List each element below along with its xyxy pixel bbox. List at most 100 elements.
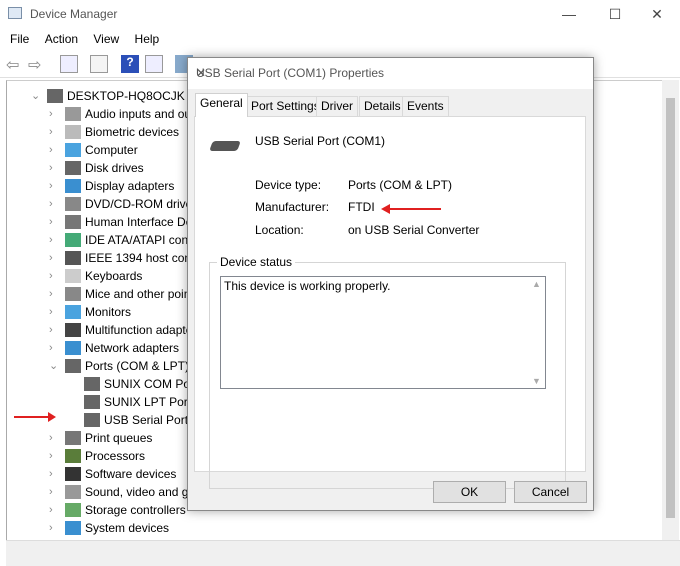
- chevron-right-icon[interactable]: ›: [49, 159, 59, 177]
- tree-item-label: Mice and other pointin: [85, 287, 204, 301]
- scrollbar-thumb[interactable]: [666, 98, 675, 518]
- hid-icon: [65, 215, 81, 229]
- forward-arrow-icon[interactable]: ⇨: [28, 55, 46, 74]
- monitor-icon: [65, 305, 81, 319]
- tab-port-settings[interactable]: Port Settings: [246, 96, 325, 116]
- tree-item-label: Processors: [85, 449, 146, 463]
- show-hide-tree-icon[interactable]: [60, 55, 78, 73]
- chevron-right-icon[interactable]: ›: [49, 429, 59, 447]
- chevron-right-icon[interactable]: ›: [49, 141, 59, 159]
- storage-controller-icon: [65, 503, 81, 517]
- tree-item-label: DESKTOP-HQ8OCJK: [67, 89, 185, 103]
- device-status-textbox[interactable]: This device is working properly. ▲ ▼: [220, 276, 546, 389]
- chevron-right-icon[interactable]: ›: [49, 303, 59, 321]
- tree-item-label: Storage controllers: [85, 503, 186, 517]
- computer-icon: [65, 143, 81, 157]
- tree-item-label: System devices: [85, 521, 170, 535]
- menu-help[interactable]: Help: [135, 28, 160, 50]
- chevron-right-icon[interactable]: ›: [49, 123, 59, 141]
- chevron-down-icon[interactable]: ⌄: [31, 87, 41, 105]
- chevron-right-icon[interactable]: ›: [49, 483, 59, 501]
- menu-file[interactable]: File: [10, 28, 29, 50]
- device-type-label: Device type:: [255, 178, 322, 192]
- mouse-icon: [65, 287, 81, 301]
- chevron-down-icon[interactable]: ⌄: [49, 357, 59, 375]
- status-scrollbar[interactable]: ▲ ▼: [528, 277, 545, 388]
- tree-item-label: Computer: [85, 143, 138, 157]
- device-name: USB Serial Port (COM1): [255, 134, 386, 148]
- tree-item-label: Disk drives: [85, 161, 144, 175]
- chevron-right-icon[interactable]: ›: [49, 519, 59, 537]
- chevron-right-icon[interactable]: ›: [49, 501, 59, 519]
- display-adapter-icon: [65, 179, 81, 193]
- chevron-right-icon[interactable]: ›: [49, 213, 59, 231]
- network-icon: [65, 341, 81, 355]
- software-device-icon: [65, 467, 81, 481]
- tree-item-label: Monitors: [85, 305, 132, 319]
- close-button[interactable]: ✕: [634, 0, 680, 28]
- menu-bar: File Action View Help: [0, 28, 680, 50]
- disk-drive-icon: [65, 161, 81, 175]
- status-bar: [6, 540, 680, 566]
- chevron-right-icon[interactable]: ›: [49, 321, 59, 339]
- annotation-arrowhead: [381, 204, 390, 214]
- keyboard-icon: [65, 269, 81, 283]
- computer-root-icon: [47, 89, 63, 103]
- menu-view[interactable]: View: [93, 28, 119, 50]
- chevron-right-icon[interactable]: ›: [49, 465, 59, 483]
- general-panel: USB Serial Port (COM1) Device type: Port…: [194, 116, 586, 489]
- properties-icon[interactable]: [90, 55, 108, 73]
- tree-item-label: Audio inputs and outp: [85, 107, 202, 121]
- tree-item-label: DVD/CD-ROM drives: [85, 197, 199, 211]
- properties-dialog: USB Serial Port (COM1) Properties ✕ Gene…: [187, 57, 594, 511]
- chevron-right-icon[interactable]: ›: [49, 195, 59, 213]
- location-value: on USB Serial Converter: [348, 223, 480, 237]
- speaker-icon: [65, 485, 81, 499]
- dialog-close-button[interactable]: ✕: [196, 66, 583, 80]
- chevron-right-icon[interactable]: ›: [49, 231, 59, 249]
- port-icon: [65, 359, 81, 373]
- menu-action[interactable]: Action: [45, 28, 78, 50]
- cancel-button[interactable]: Cancel: [514, 481, 587, 503]
- annotation-arrow: [14, 416, 52, 418]
- chevron-right-icon[interactable]: ›: [49, 267, 59, 285]
- device-status-text: This device is working properly.: [224, 279, 391, 293]
- tab-general[interactable]: General: [195, 93, 248, 117]
- tree-item-label: Keyboards: [85, 269, 143, 283]
- device-type-value: Ports (COM & LPT): [348, 178, 453, 192]
- port-icon: [84, 413, 100, 427]
- back-arrow-icon[interactable]: ⇦: [6, 55, 24, 74]
- tree-item-label: Software devices: [85, 467, 177, 481]
- tab-driver[interactable]: Driver: [316, 96, 358, 116]
- tab-details[interactable]: Details: [359, 96, 406, 116]
- title-bar: Device Manager — ☐ ✕: [0, 0, 680, 28]
- tree-scrollbar[interactable]: [662, 80, 679, 540]
- fingerprint-icon: [65, 125, 81, 139]
- speaker-icon: [65, 107, 81, 121]
- chevron-right-icon[interactable]: ›: [49, 447, 59, 465]
- annotation-arrowhead: [48, 412, 56, 422]
- manufacturer-label: Manufacturer:: [255, 200, 330, 214]
- port-icon: [84, 395, 100, 409]
- minimize-button[interactable]: —: [546, 0, 592, 28]
- chevron-right-icon[interactable]: ›: [49, 105, 59, 123]
- port-icon: [84, 377, 100, 391]
- chevron-right-icon[interactable]: ›: [49, 177, 59, 195]
- chevron-right-icon[interactable]: ›: [49, 339, 59, 357]
- ok-button[interactable]: OK: [433, 481, 506, 503]
- tree-item[interactable]: › System devices: [7, 519, 657, 537]
- processor-icon: [65, 449, 81, 463]
- serial-port-icon: [209, 141, 241, 151]
- chevron-right-icon[interactable]: ›: [49, 249, 59, 267]
- annotation-arrow: [389, 208, 441, 210]
- tree-item-label: Ports (COM & LPT): [85, 359, 190, 373]
- tab-events[interactable]: Events: [402, 96, 449, 116]
- help-icon[interactable]: ?: [121, 55, 139, 73]
- location-label: Location:: [255, 223, 304, 237]
- chevron-right-icon[interactable]: ›: [49, 285, 59, 303]
- ide-controller-icon: [65, 233, 81, 247]
- maximize-button[interactable]: ☐: [592, 0, 638, 28]
- tree-item-label: Display adapters: [85, 179, 175, 193]
- tree-item-label: Biometric devices: [85, 125, 180, 139]
- action-pane-icon[interactable]: [145, 55, 163, 73]
